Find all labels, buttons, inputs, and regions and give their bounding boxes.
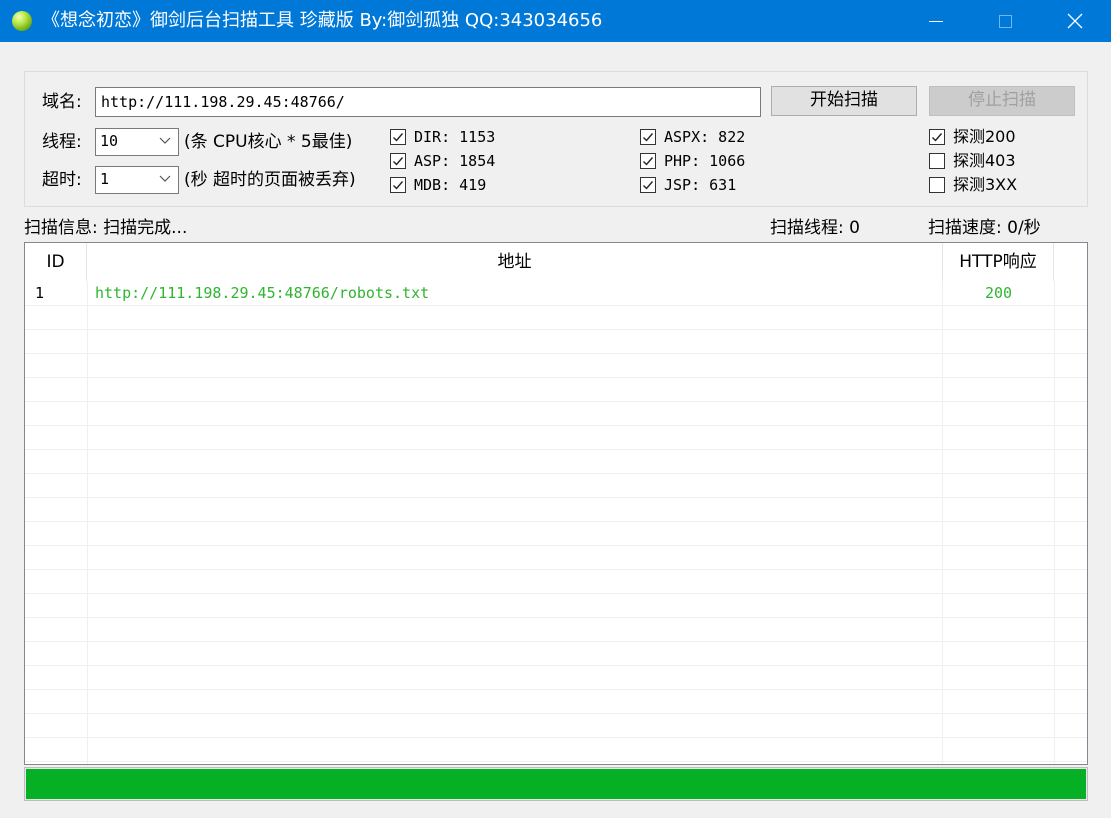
row-gridline bbox=[25, 353, 1087, 354]
column-header-id[interactable]: ID bbox=[25, 243, 87, 281]
checkbox-box bbox=[640, 177, 656, 193]
scan-threads-status: 扫描线程: 0 bbox=[770, 218, 860, 238]
maximize-button[interactable] bbox=[982, 0, 1028, 42]
checkbox-box bbox=[390, 177, 406, 193]
checkmark-icon bbox=[393, 133, 404, 142]
threads-hint: (条 CPU核心 * 5最佳) bbox=[184, 132, 353, 152]
checkbox-box bbox=[640, 129, 656, 145]
threads-value: 10 bbox=[100, 132, 119, 150]
title-bar: 《想念初恋》御剑后台扫描工具 珍藏版 By:御剑孤独 QQ:343034656 bbox=[0, 0, 1111, 42]
timeout-value: 1 bbox=[100, 170, 110, 188]
row-gridline bbox=[25, 665, 1087, 666]
checkbox-box bbox=[929, 153, 945, 169]
checkbox-box bbox=[640, 153, 656, 169]
checkmark-icon bbox=[393, 181, 404, 190]
row-gridline bbox=[25, 521, 1087, 522]
row-gridline bbox=[25, 761, 1087, 762]
checkmark-icon bbox=[643, 181, 654, 190]
close-button[interactable] bbox=[1052, 0, 1098, 42]
scan-speed-status: 扫描速度: 0/秒 bbox=[928, 218, 1041, 238]
row-gridline bbox=[25, 617, 1087, 618]
row-gridline bbox=[25, 713, 1087, 714]
checkbox-php[interactable]: PHP: 1066 bbox=[640, 151, 745, 171]
table-header: ID 地址 HTTP响应 bbox=[25, 243, 1087, 281]
checkmark-icon bbox=[643, 133, 654, 142]
checkbox-mdb[interactable]: MDB: 419 bbox=[390, 175, 486, 195]
minimize-icon bbox=[929, 20, 943, 22]
checkbox-aspx[interactable]: ASPX: 822 bbox=[640, 127, 745, 147]
checkbox-box bbox=[929, 129, 945, 145]
row-gridline bbox=[25, 305, 1087, 306]
checkbox-label: MDB: 419 bbox=[414, 176, 487, 194]
results-table[interactable]: ID 地址 HTTP响应 1 http://111.198.29.45:4876… bbox=[24, 242, 1088, 765]
cell-id: 1 bbox=[35, 284, 45, 302]
checkbox-label: JSP: 631 bbox=[664, 176, 737, 194]
progress-fill bbox=[26, 769, 1086, 799]
checkmark-icon bbox=[932, 133, 943, 142]
row-gridline bbox=[25, 641, 1087, 642]
row-gridline bbox=[25, 425, 1087, 426]
timeout-label: 超时: bbox=[42, 170, 82, 190]
threads-select[interactable]: 10 bbox=[95, 128, 179, 156]
checkbox-label: DIR: 1153 bbox=[414, 128, 496, 146]
checkmark-icon bbox=[643, 157, 654, 166]
stop-scan-button[interactable]: 停止扫描 bbox=[929, 86, 1075, 116]
close-icon bbox=[1067, 13, 1083, 29]
checkbox-asp[interactable]: ASP: 1854 bbox=[390, 151, 495, 171]
app-icon bbox=[12, 11, 32, 31]
checkbox-label: ASPX: 822 bbox=[664, 128, 746, 146]
cell-url: http://111.198.29.45:48766/robots.txt bbox=[95, 284, 430, 302]
checkbox-probe-3xx[interactable]: 探测3XX bbox=[929, 175, 1017, 195]
checkbox-dir[interactable]: DIR: 1153 bbox=[390, 127, 495, 147]
checkbox-label: PHP: 1066 bbox=[664, 152, 746, 170]
row-gridline bbox=[25, 377, 1087, 378]
scan-info-status: 扫描信息: 扫描完成... bbox=[24, 218, 188, 238]
checkbox-probe-403[interactable]: 探测403 bbox=[929, 151, 1016, 171]
scan-progress-bar bbox=[24, 767, 1088, 801]
checkbox-label: ASP: 1854 bbox=[414, 152, 496, 170]
column-header-http[interactable]: HTTP响应 bbox=[943, 243, 1054, 281]
row-gridline bbox=[25, 593, 1087, 594]
row-gridline bbox=[25, 401, 1087, 402]
column-gridline bbox=[87, 281, 88, 764]
chevron-down-icon bbox=[159, 175, 171, 182]
column-header-address[interactable]: 地址 bbox=[87, 243, 943, 281]
checkbox-label: 探测3XX bbox=[953, 175, 1018, 194]
timeout-hint: (秒 超时的页面被丢弃) bbox=[184, 170, 356, 190]
column-gridline bbox=[942, 281, 943, 764]
row-gridline bbox=[25, 569, 1087, 570]
checkbox-label: 探测403 bbox=[953, 151, 1016, 170]
threads-label: 线程: bbox=[42, 132, 82, 152]
row-gridline bbox=[25, 329, 1087, 330]
minimize-button[interactable] bbox=[913, 0, 959, 42]
row-gridline bbox=[25, 545, 1087, 546]
row-gridline bbox=[25, 473, 1087, 474]
chevron-down-icon bbox=[159, 137, 171, 144]
start-scan-button[interactable]: 开始扫描 bbox=[771, 86, 917, 116]
checkbox-box bbox=[390, 129, 406, 145]
checkbox-box bbox=[390, 153, 406, 169]
row-gridline bbox=[25, 449, 1087, 450]
domain-label: 域名: bbox=[42, 92, 82, 112]
checkbox-label: 探测200 bbox=[953, 127, 1016, 146]
row-gridline bbox=[25, 737, 1087, 738]
domain-input[interactable]: http://111.198.29.45:48766/ bbox=[95, 87, 761, 117]
timeout-select[interactable]: 1 bbox=[95, 166, 179, 194]
maximize-icon bbox=[998, 14, 1012, 28]
column-gridline bbox=[1054, 281, 1055, 764]
checkbox-box bbox=[929, 177, 945, 193]
checkmark-icon bbox=[393, 157, 404, 166]
row-gridline bbox=[25, 497, 1087, 498]
checkbox-probe-200[interactable]: 探测200 bbox=[929, 127, 1016, 147]
cell-http-code: 200 bbox=[984, 284, 1013, 302]
window-title: 《想念初恋》御剑后台扫描工具 珍藏版 By:御剑孤独 QQ:343034656 bbox=[42, 10, 603, 31]
row-gridline bbox=[25, 689, 1087, 690]
checkbox-jsp[interactable]: JSP: 631 bbox=[640, 175, 736, 195]
table-row[interactable]: 1 http://111.198.29.45:48766/robots.txt … bbox=[25, 281, 1087, 305]
